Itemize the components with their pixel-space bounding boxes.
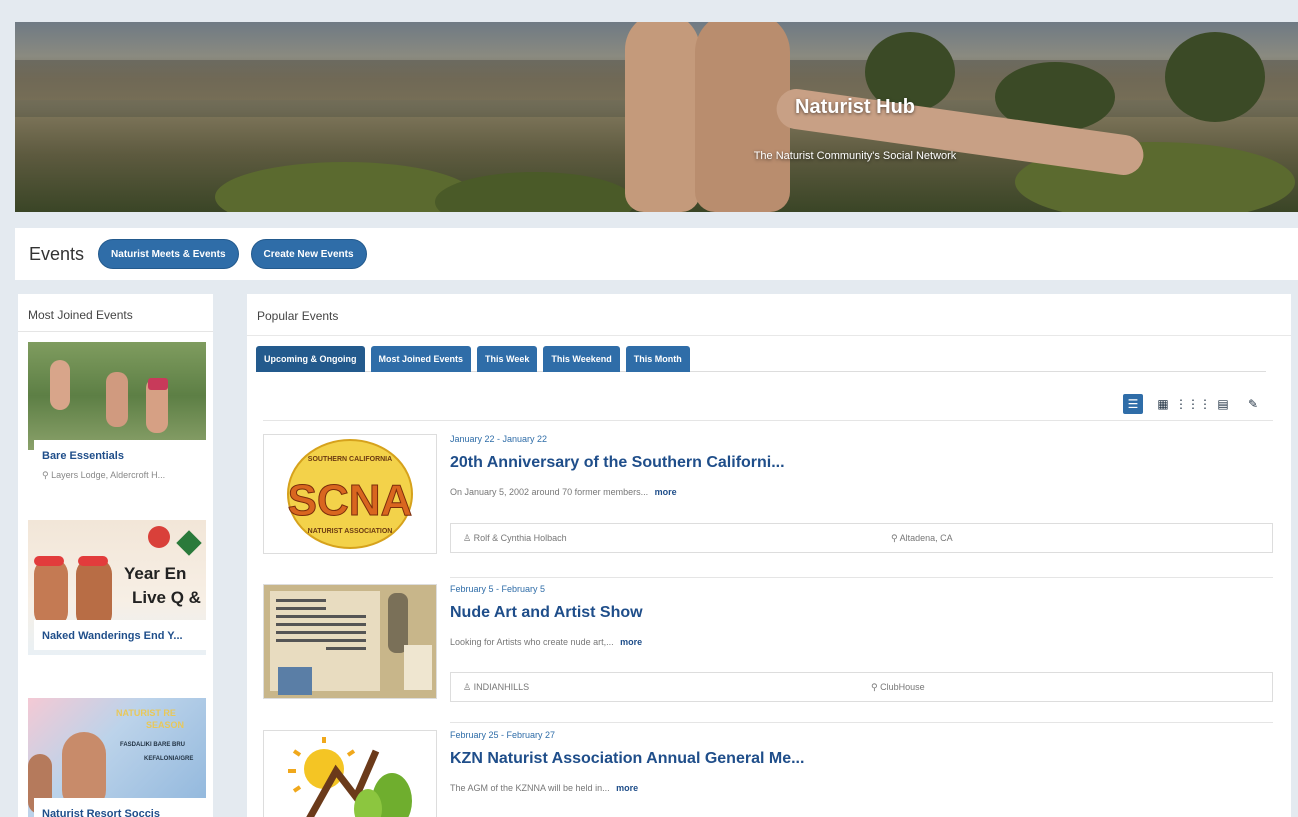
divider <box>450 577 1273 578</box>
user-icon: ♙ <box>463 532 472 543</box>
more-link[interactable]: more <box>655 487 677 497</box>
logo-main-text: SCNA <box>288 476 413 525</box>
most-joined-name[interactable]: Bare Essentials <box>42 448 198 464</box>
thumbnail-text: FASDALIKI BARE BRU <box>120 742 186 748</box>
event-title[interactable]: 20th Anniversary of the Southern Califor… <box>450 454 785 472</box>
location-text: Altadena, CA <box>899 532 953 543</box>
event-location: ⚲ Altadena, CA <box>891 533 953 544</box>
calendar-view-icon[interactable]: ▤ <box>1213 394 1233 414</box>
thumbnail-text: KEFALONIA/GRE <box>144 756 194 762</box>
event-title[interactable]: Nude Art and Artist Show <box>450 604 643 622</box>
tab-this-week[interactable]: This Week <box>477 346 538 372</box>
user-icon: ♙ <box>463 681 472 692</box>
description-text: On January 5, 2002 around 70 former memb… <box>450 487 649 497</box>
event-thumbnail[interactable] <box>263 584 437 699</box>
event-date: February 25 - February 27 <box>450 730 556 740</box>
events-header-bar: Events Naturist Meets & Events Create Ne… <box>15 228 1298 280</box>
organizer-text[interactable]: INDIANHILLS <box>474 682 530 692</box>
thumbnail-text: Year En <box>124 564 187 583</box>
create-new-events-button[interactable]: Create New Events <box>250 239 367 269</box>
event-thumbnail[interactable] <box>28 342 206 450</box>
description-text: The AGM of the KZNNA will be held in... <box>450 783 610 793</box>
most-joined-card[interactable]: Year En Live Q & Naked Wanderings End Y.… <box>28 520 206 655</box>
event-description: On January 5, 2002 around 70 former memb… <box>450 487 677 497</box>
more-link[interactable]: more <box>620 637 642 647</box>
grid-3-icon[interactable]: ⋮⋮⋮ <box>1175 394 1211 414</box>
event-thumbnail[interactable] <box>263 730 437 817</box>
most-joined-name[interactable]: Naked Wanderings End Y... <box>42 628 198 644</box>
banner-subtitle: The Naturist Community's Social Network <box>753 150 957 162</box>
event-meta: ♙ Rolf & Cynthia Holbach ⚲ Altadena, CA <box>450 523 1273 553</box>
events-title: Events <box>29 243 85 264</box>
scna-logo: SOUTHERN CALIFORNIA SCNA NATURIST ASSOCI… <box>287 439 413 549</box>
list-view-icon[interactable]: ☰ <box>1123 394 1143 414</box>
most-joined-card[interactable]: NATURIST RE SEASON FASDALIKI BARE BRU KE… <box>28 698 206 817</box>
banner-figure <box>625 22 700 212</box>
naturist-meets-button[interactable]: Naturist Meets & Events <box>98 239 239 269</box>
event-description: The AGM of the KZNNA will be held in... … <box>450 783 638 793</box>
thumbnail-text: NATURIST RE <box>116 708 176 718</box>
most-joined-location: ⚲ Layers Lodge, Aldercroft H... <box>42 470 198 481</box>
organizer-text[interactable]: Rolf & Cynthia Holbach <box>474 533 567 543</box>
most-joined-card[interactable]: Bare Essentials ⚲ Layers Lodge, Aldercro… <box>28 342 206 487</box>
tab-most-joined[interactable]: Most Joined Events <box>370 346 472 372</box>
popular-events-panel: Popular Events Upcoming & Ongoing Most J… <box>247 294 1291 817</box>
location-text: ClubHouse <box>880 681 925 692</box>
event-thumbnail[interactable]: SOUTHERN CALIFORNIA SCNA NATURIST ASSOCI… <box>263 434 437 554</box>
thumbnail-text: Live Q & <box>132 588 201 607</box>
event-location: ⚲ ClubHouse <box>871 682 925 693</box>
event-organizer[interactable]: ♙ INDIANHILLS <box>451 682 871 693</box>
more-link[interactable]: more <box>616 783 638 793</box>
event-meta: ♙ INDIANHILLS ⚲ ClubHouse <box>450 672 1273 702</box>
most-joined-heading: Most Joined Events <box>18 294 213 332</box>
popular-events-heading: Popular Events <box>247 294 1291 336</box>
map-pin-icon: ⚲ <box>42 470 49 480</box>
map-pin-view-icon[interactable]: ✎ <box>1243 394 1263 414</box>
event-date: February 5 - February 5 <box>450 584 546 594</box>
map-pin-icon: ⚲ <box>871 681 878 692</box>
location-text: Layers Lodge, Aldercroft H... <box>51 470 166 480</box>
banner-title: Naturist Hub <box>795 96 915 118</box>
view-mode-toolbar: ☰ ▦ ⋮⋮⋮ ▤ ✎ <box>1123 394 1263 414</box>
kzn-logo <box>288 737 412 817</box>
map-pin-icon: ⚲ <box>891 532 898 543</box>
event-title[interactable]: KZN Naturist Association Annual General … <box>450 750 804 768</box>
divider <box>263 420 1273 421</box>
logo-top-text: SOUTHERN CALIFORNIA <box>308 456 392 463</box>
thumbnail-text: SEASON <box>146 720 185 730</box>
event-filter-tabs: Upcoming & Ongoing Most Joined Events Th… <box>256 346 1266 372</box>
tab-this-month[interactable]: This Month <box>625 346 690 372</box>
grid-2-icon[interactable]: ▦ <box>1153 394 1173 414</box>
most-joined-panel: Most Joined Events Bare Essentials ⚲ Lay… <box>18 294 217 817</box>
tab-upcoming-ongoing[interactable]: Upcoming & Ongoing <box>256 346 365 372</box>
description-text: Looking for Artists who create nude art,… <box>450 637 614 647</box>
divider <box>450 722 1273 723</box>
most-joined-name[interactable]: Naturist Resort Soccis <box>42 806 198 817</box>
logo-bottom-text: NATURIST ASSOCIATION <box>308 528 393 535</box>
event-date: January 22 - January 22 <box>450 434 548 444</box>
tab-this-weekend[interactable]: This Weekend <box>543 346 620 372</box>
event-description: Looking for Artists who create nude art,… <box>450 637 642 647</box>
event-organizer[interactable]: ♙ Rolf & Cynthia Holbach <box>451 533 891 544</box>
hero-banner: Naturist Hub The Naturist Community's So… <box>15 22 1298 212</box>
